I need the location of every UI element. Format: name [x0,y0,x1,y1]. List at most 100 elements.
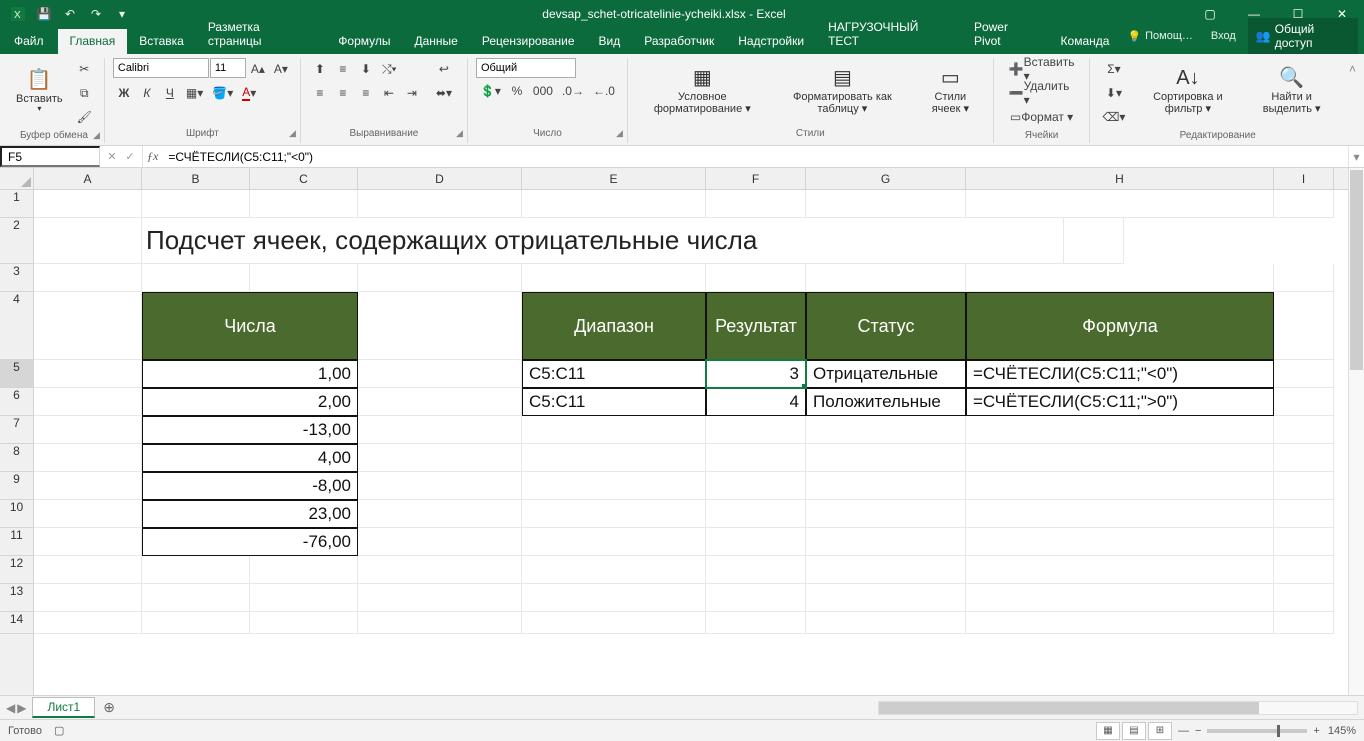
tab-page-layout[interactable]: Разметка страницы [196,15,326,54]
tab-file[interactable]: Файл [0,29,58,54]
view-page-break-button[interactable]: ⊞ [1148,722,1172,740]
align-middle-button[interactable]: ≡ [332,58,354,80]
tab-review[interactable]: Рецензирование [470,29,587,54]
qat-customize-icon[interactable]: ▾ [110,2,134,26]
number-format-select[interactable] [476,58,576,78]
sort-filter-button[interactable]: A↓Сортировка и фильтр ▾ [1135,58,1240,124]
tab-data[interactable]: Данные [402,29,469,54]
copy-button[interactable]: ⧉ [73,82,96,104]
row-header[interactable]: 10 [0,500,33,528]
font-name-input[interactable] [113,58,209,78]
cut-button[interactable]: ✂ [73,58,96,80]
merge-center-button[interactable]: ⬌▾ [429,82,459,104]
sheet-nav-next-icon[interactable]: ▶ [17,701,26,715]
scroll-thumb[interactable] [879,702,1259,714]
col-header[interactable]: I [1274,168,1334,189]
column-headers[interactable]: A B C D E F G H I [34,168,1348,190]
row-header[interactable]: 8 [0,444,33,472]
formula-cell[interactable]: =СЧЁТЕСЛИ(C5:C11;">0") [966,388,1274,416]
font-size-input[interactable] [210,58,246,78]
align-center-button[interactable]: ≡ [332,82,354,104]
tab-team[interactable]: Команда [1049,29,1122,54]
tab-insert[interactable]: Вставка [127,29,196,54]
tab-developer[interactable]: Разработчик [632,29,726,54]
font-color-button[interactable]: A▾ [238,82,260,104]
macro-record-icon[interactable]: ▢ [54,724,64,737]
formula-cell[interactable]: =СЧЁТЕСЛИ(C5:C11;"<0") [966,360,1274,388]
zoom-in-button[interactable]: + [1313,725,1319,737]
dialog-launcher-icon[interactable]: ◢ [616,128,623,139]
percent-format-button[interactable]: % [506,80,528,102]
sign-in[interactable]: Вход [1205,27,1242,45]
view-normal-button[interactable]: ▦ [1096,722,1120,740]
row-header[interactable]: 2 [0,218,33,264]
align-right-button[interactable]: ≡ [355,82,377,104]
excel-icon[interactable]: X [6,2,30,26]
sheet-tab-active[interactable]: Лист1 [32,697,95,718]
range-cell[interactable]: C5:C11 [522,360,706,388]
tab-view[interactable]: Вид [587,29,633,54]
tab-load-test[interactable]: НАГРУЗОЧНЫЙ ТЕСТ [816,15,962,54]
row-header[interactable]: 6 [0,388,33,416]
clear-button[interactable]: ⌫▾ [1098,106,1129,128]
scroll-thumb[interactable] [1350,170,1363,370]
save-icon[interactable]: 💾 [32,2,56,26]
select-all-corner[interactable] [0,168,34,190]
cells-grid[interactable]: Подсчет ячеек, содержащих отрицательные … [34,190,1348,695]
accounting-format-button[interactable]: 💲▾ [476,80,505,102]
number-cell[interactable]: -8,00 [142,472,358,500]
conditional-formatting-button[interactable]: ▦Условное форматирование ▾ [636,58,769,124]
row-header[interactable]: 14 [0,612,33,634]
collapse-ribbon-icon[interactable]: ˄ [1345,58,1360,143]
number-cell[interactable]: -76,00 [142,528,358,556]
cell-styles-button[interactable]: ▭Стили ячеек ▾ [916,58,985,124]
bold-button[interactable]: Ж [113,82,135,104]
sheet-nav-prev-icon[interactable]: ◀ [6,701,15,715]
tell-me[interactable]: 💡Помощ… [1121,27,1198,46]
tab-home[interactable]: Главная [58,29,128,54]
comma-format-button[interactable]: 000 [529,80,557,102]
align-bottom-button[interactable]: ⬇ [355,58,377,80]
col-header[interactable]: A [34,168,142,189]
result-cell[interactable]: 4 [706,388,806,416]
col-header[interactable]: D [358,168,522,189]
borders-button[interactable]: ▦▾ [182,82,207,104]
col-header[interactable]: F [706,168,806,189]
increase-decimal-button[interactable]: .0→ [558,80,588,102]
result-cell-selected[interactable]: 3 [706,360,806,388]
number-cell[interactable]: -13,00 [142,416,358,444]
format-painter-button[interactable]: 🖌 [73,106,96,128]
col-header[interactable]: G [806,168,966,189]
redo-icon[interactable]: ↷ [84,2,108,26]
col-header[interactable]: B [142,168,250,189]
horizontal-scrollbar[interactable] [878,701,1358,715]
col-header[interactable]: E [522,168,706,189]
row-headers[interactable]: 1 2 3 4 5 6 7 8 9 10 11 12 13 14 [0,190,34,695]
formula-input[interactable] [162,146,1348,167]
fill-button[interactable]: ⬇▾ [1098,82,1129,104]
increase-font-button[interactable]: A▴ [247,58,269,80]
expand-formula-bar-icon[interactable]: ▾ [1348,146,1364,167]
number-cell[interactable]: 4,00 [142,444,358,472]
enter-formula-icon[interactable]: ✓ [122,150,138,163]
row-header[interactable]: 7 [0,416,33,444]
dialog-launcher-icon[interactable]: ◢ [93,130,100,141]
wrap-text-button[interactable]: ↩ [429,58,459,80]
row-header[interactable]: 1 [0,190,33,218]
row-header[interactable]: 13 [0,584,33,612]
row-header[interactable]: 5 [0,360,33,388]
decrease-font-button[interactable]: A▾ [270,58,292,80]
decrease-decimal-button[interactable]: ←.0 [589,80,619,102]
number-cell[interactable]: 23,00 [142,500,358,528]
tab-formulas[interactable]: Формулы [326,29,402,54]
increase-indent-button[interactable]: ⇥ [401,82,423,104]
new-sheet-button[interactable]: ⊕ [95,699,123,716]
view-page-layout-button[interactable]: ▤ [1122,722,1146,740]
cancel-formula-icon[interactable]: ✕ [104,150,120,163]
zoom-out-button[interactable]: − [1195,725,1201,737]
row-header[interactable]: 12 [0,556,33,584]
col-header[interactable]: C [250,168,358,189]
fill-color-button[interactable]: 🪣▾ [208,82,237,104]
autosum-button[interactable]: Σ▾ [1098,58,1129,80]
delete-cells-button[interactable]: ➖ Удалить ▾ [1002,82,1082,104]
